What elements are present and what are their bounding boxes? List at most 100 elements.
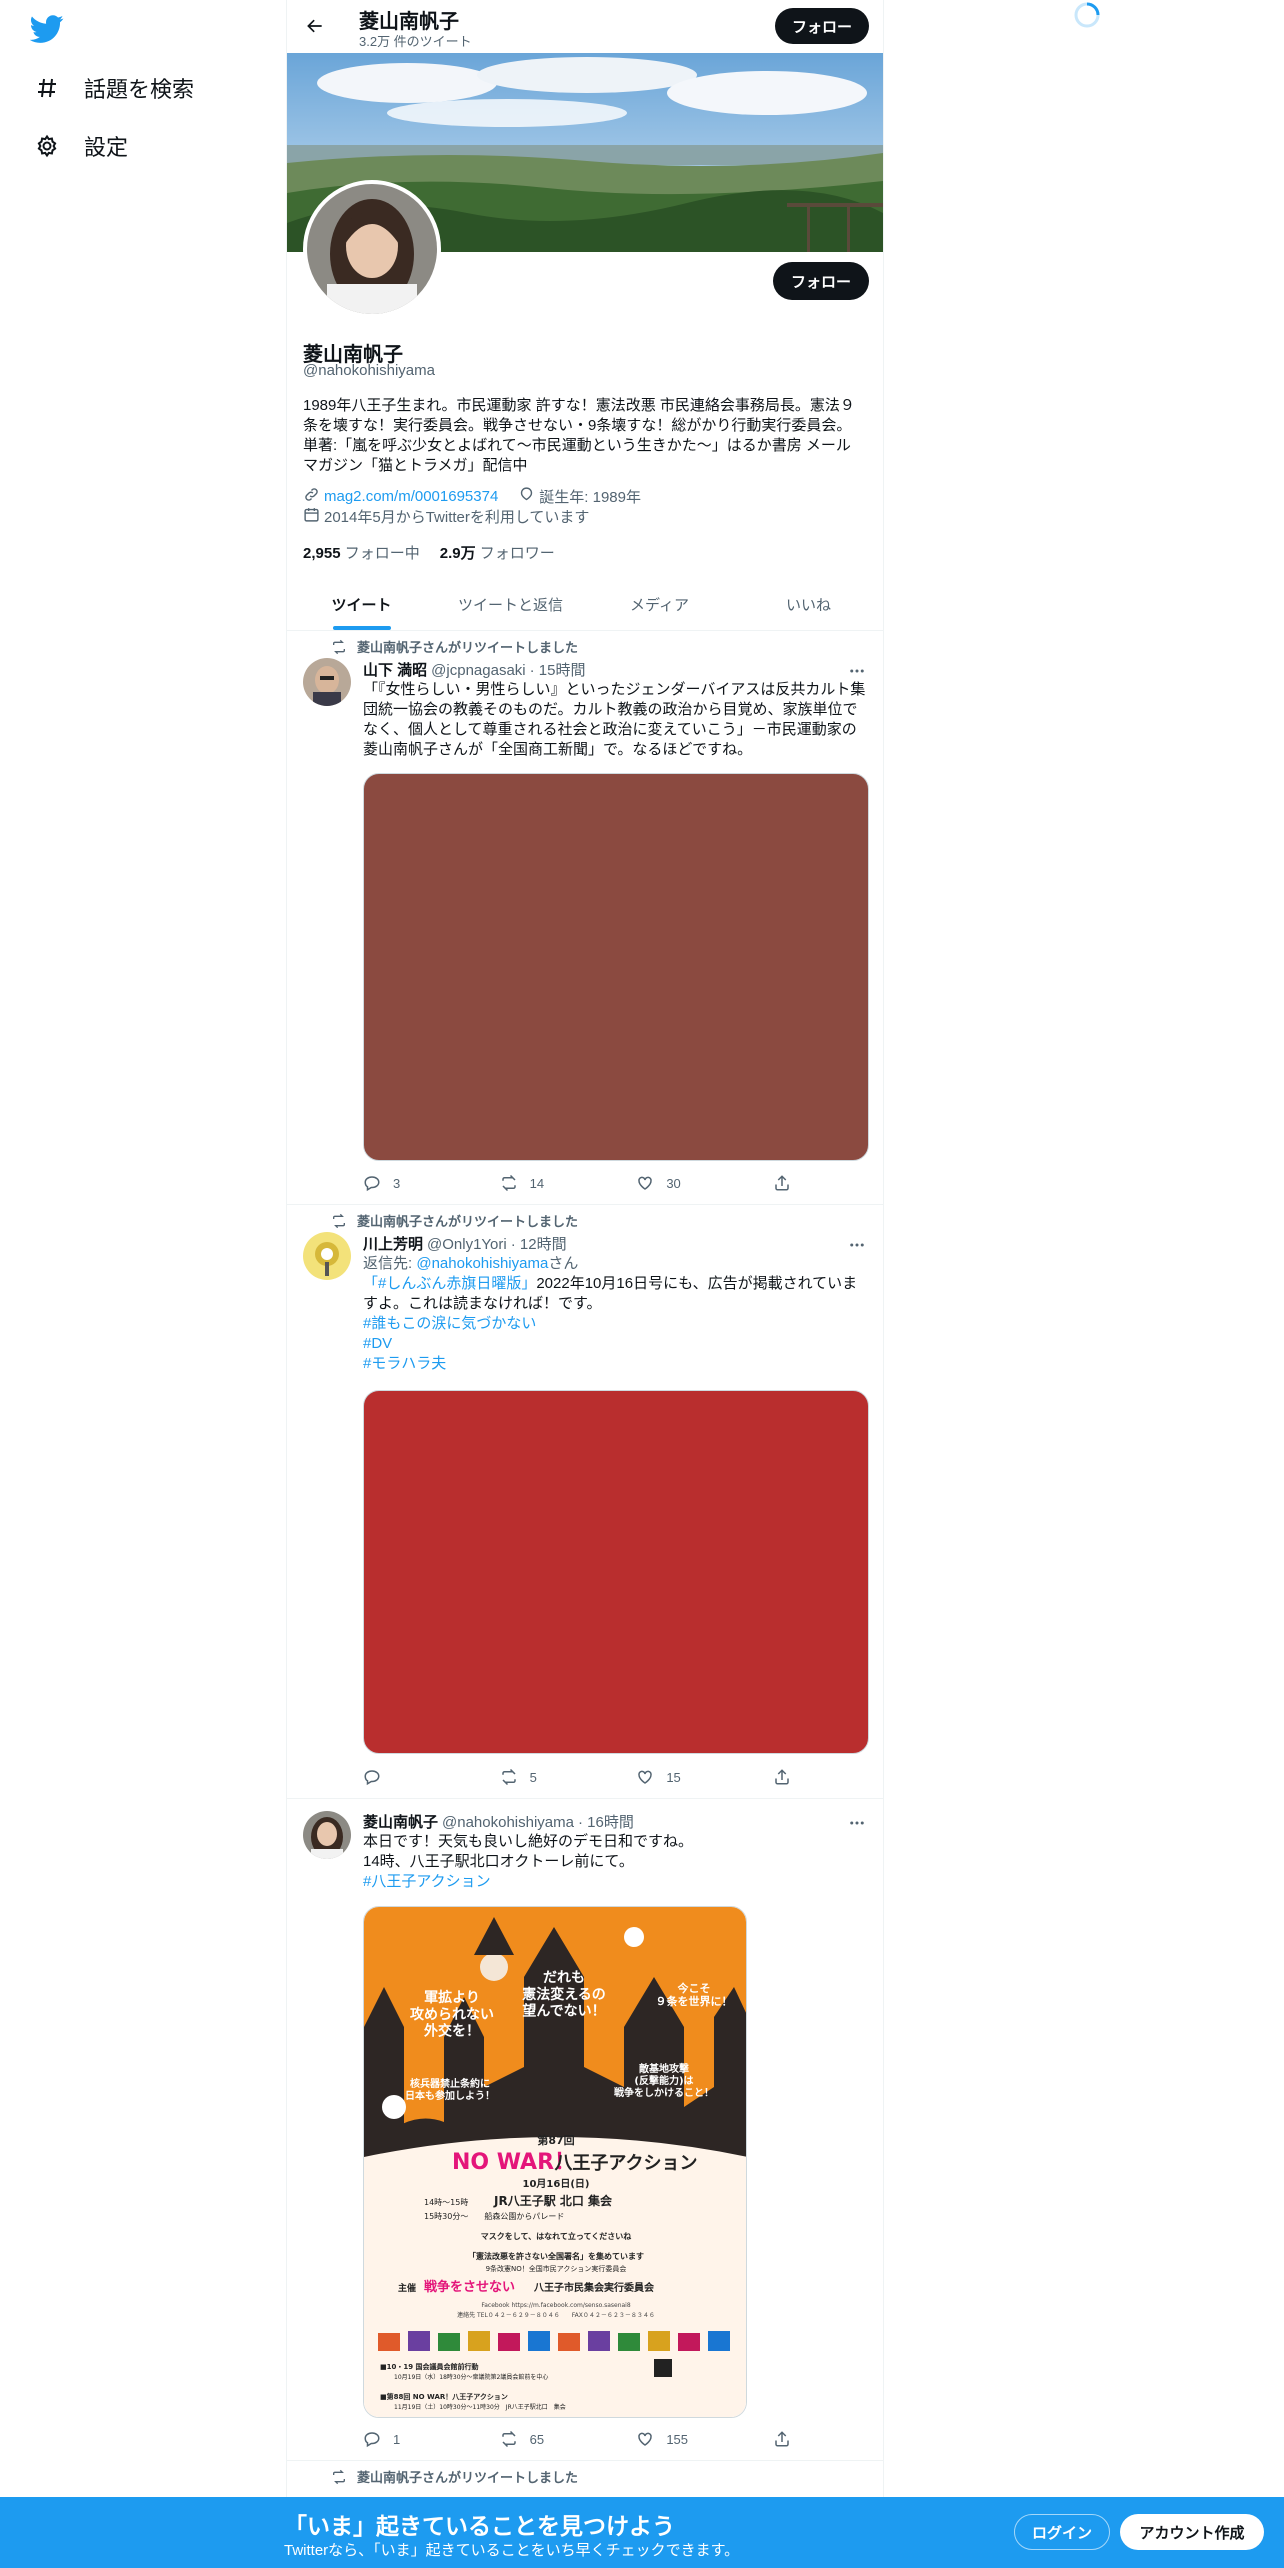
share-button[interactable] [773, 1174, 803, 1192]
tweet-hashtag[interactable]: #誰もこの涙に気づかない [363, 1314, 867, 1334]
login-button[interactable]: ログイン [1014, 2514, 1110, 2550]
retweet-context: 菱山南帆子さんがリツイートしました [331, 1211, 578, 1230]
tweet-media-image[interactable] [363, 1390, 869, 1754]
heart-icon [638, 1176, 653, 1190]
poster-event1: ■10・19 国会議員会館前行動 [380, 2362, 479, 2371]
like-button[interactable]: 30 [636, 1174, 726, 1192]
tweet-time[interactable]: · 12時間 [511, 1233, 567, 1254]
reply-button[interactable]: 1 [363, 2430, 453, 2448]
balloon-icon [518, 486, 535, 507]
like-button[interactable]: 155 [636, 2430, 726, 2448]
tweet-hashtag[interactable]: #八王子アクション [363, 1872, 867, 1892]
tweet-time[interactable]: · 15時間 [530, 659, 586, 680]
tweet-author-handle[interactable]: @Only1Yori [427, 1236, 507, 1253]
tweet-hashtag[interactable]: #DV [363, 1334, 867, 1354]
retweet-context: 菱山南帆子さんがリツイートしました [331, 637, 578, 656]
reply-button[interactable]: 3 [363, 1174, 453, 1192]
hashtag-link[interactable]: #誰もこの涙に気づかない [363, 1315, 536, 1332]
hashtag-link[interactable]: 「#しんぶん赤旗日曜版」 [363, 1275, 536, 1292]
tweet-item[interactable]: 菱山南帆子さんがリツイートしました 山下 満昭 @jcpnagasaki · 1… [287, 631, 883, 1205]
following-link[interactable]: 2,955 フォロー中 [303, 542, 420, 563]
hashtag-link[interactable]: #モラハラ夫 [363, 1355, 446, 1372]
like-button[interactable]: 15 [636, 1768, 726, 1786]
like-count: 15 [666, 1769, 681, 1785]
profile-link[interactable]: mag2.com/m/0001695374 [324, 488, 498, 505]
retweet-count: 65 [529, 2431, 545, 2447]
profile-bio: 1989年八王子生まれ。市民運動家 許すな！憲法改悪 市民連絡会事務局長。憲法９… [303, 397, 855, 474]
share-icon [775, 2431, 789, 2447]
avatar[interactable] [303, 658, 351, 706]
tweet-header: 山下 満昭 @jcpnagasaki · 15時間 [363, 659, 585, 680]
profile-birth: 誕生年: 1989年 [539, 489, 641, 506]
reply-context: 返信先: @nahokohishiyamaさん [363, 1254, 867, 1274]
more-icon[interactable] [847, 1235, 867, 1255]
retweet-button[interactable]: 65 [500, 2430, 590, 2448]
retweet-context-label: 菱山南帆子さんがリツイートしました [357, 1214, 579, 1229]
poster-contact: 連絡先 TEL０４２－６２９－８０４６ FAX０４２－６２３－８３４６ [457, 2311, 655, 2319]
share-button[interactable] [773, 1768, 803, 1786]
tweet-text-line: 14時、八王子駅北口オクトーレ前にて。 [363, 1853, 634, 1870]
reply-count: 1 [393, 2431, 401, 2447]
like-count: 30 [666, 1175, 681, 1191]
tweet-media-poster[interactable]: 軍拡より攻められない外交を！ だれも憲法変えるの望んでない！ 今こそ９条を世界に… [363, 1906, 747, 2418]
followers-link[interactable]: 2.9万 フォロワー [440, 542, 555, 563]
back-arrow-icon[interactable] [299, 10, 331, 42]
tweet-author-name[interactable]: 菱山南帆子 [363, 1811, 438, 1832]
poster-round: 第87回 [537, 2133, 574, 2147]
retweet-small-icon [331, 1213, 347, 1229]
hashtag-link[interactable]: #八王子アクション [363, 1873, 491, 1890]
reply-icon [364, 1770, 380, 1786]
avatar[interactable] [303, 1232, 351, 1280]
reply-to-link[interactable]: @nahokohishiyama [416, 1255, 548, 1272]
retweet-button[interactable]: 14 [500, 1174, 590, 1192]
poster-org-sub: 9条改憲NO！全国市民アクション実行委員会 [486, 2264, 627, 2273]
signup-banner-title: 「いま」起きていることを見つけよう [284, 2513, 675, 2539]
profile-avatar[interactable] [303, 180, 441, 318]
tweet-item[interactable]: 菱山南帆子さんがリツイートしました 川上芳明 @Only1Yori · 12時間… [287, 1205, 883, 1799]
following-label: フォロー中 [344, 545, 420, 562]
avatar[interactable] [303, 1811, 351, 1859]
tweet-actions: 1 65 155 [363, 2430, 803, 2448]
reply-button[interactable] [363, 1768, 453, 1786]
tweet-author-name[interactable]: 川上芳明 [363, 1233, 423, 1254]
signup-button[interactable]: アカウント作成 [1120, 2514, 1264, 2550]
nav-settings-label: 設定 [84, 135, 129, 160]
more-icon[interactable] [847, 1813, 867, 1833]
share-button[interactable] [773, 2430, 803, 2448]
share-icon [775, 1175, 789, 1191]
tab-tweets[interactable]: ツイート [287, 578, 436, 630]
poster-time1: 14時〜15時 [424, 2198, 468, 2207]
tweet-item[interactable]: 菱山南帆子 @nahokohishiyama · 16時間 本日です！天気も良い… [287, 1799, 883, 2461]
poster-houses-row [374, 2325, 738, 2353]
poster-event1-time: 10月19日（水）18時30分〜衆議院第2議員会館前を中心 [394, 2373, 548, 2381]
poster-place: JR八王子駅 北口 集会 [493, 2193, 613, 2208]
more-icon[interactable] [847, 661, 867, 681]
gear-icon [34, 133, 60, 159]
tab-likes[interactable]: いいね [734, 578, 883, 630]
tweet-time[interactable]: · 16時間 [578, 1811, 634, 1832]
hashtag-link[interactable]: #DV [363, 1335, 392, 1352]
nav-explore[interactable]: 話題を検索 [34, 72, 194, 104]
header-follow-button[interactable]: フォロー [775, 8, 869, 44]
profile-follow-button[interactable]: フォロー [773, 262, 869, 300]
poster-date: 10月16日(日) [523, 2178, 590, 2190]
tweet-author-handle[interactable]: @jcpnagasaki [431, 662, 525, 679]
nav-settings[interactable]: 設定 [34, 130, 128, 162]
tab-media[interactable]: メディア [585, 578, 734, 630]
reply-count: 3 [393, 1175, 401, 1191]
tweet-actions: 5 15 [363, 1768, 803, 1786]
retweet-button[interactable]: 5 [500, 1768, 590, 1786]
retweet-icon [501, 1768, 516, 1786]
followers-label: フォロワー [479, 545, 555, 562]
tweet-text: 「『女性らしい・男性らしい』といったジェンダーバイアスは反共カルト集団統一協会の… [363, 681, 866, 758]
tweet-author-name[interactable]: 山下 満昭 [363, 659, 427, 680]
tab-tweets-replies[interactable]: ツイートと返信 [436, 578, 585, 630]
tweet-author-handle[interactable]: @nahokohishiyama [442, 1814, 574, 1831]
retweet-count: 5 [529, 1769, 537, 1785]
profile-joined-row: 2014年5月からTwitterを利用しています [303, 506, 589, 527]
tweet-hashtag[interactable]: #モラハラ夫 [363, 1354, 867, 1374]
twitter-bird-icon[interactable] [29, 12, 64, 46]
tweet-media-image[interactable] [363, 773, 869, 1161]
poster-event2: ■第88回 NO WAR！八王子アクション [380, 2392, 508, 2401]
tweet-actions: 3 14 30 [363, 1174, 803, 1192]
